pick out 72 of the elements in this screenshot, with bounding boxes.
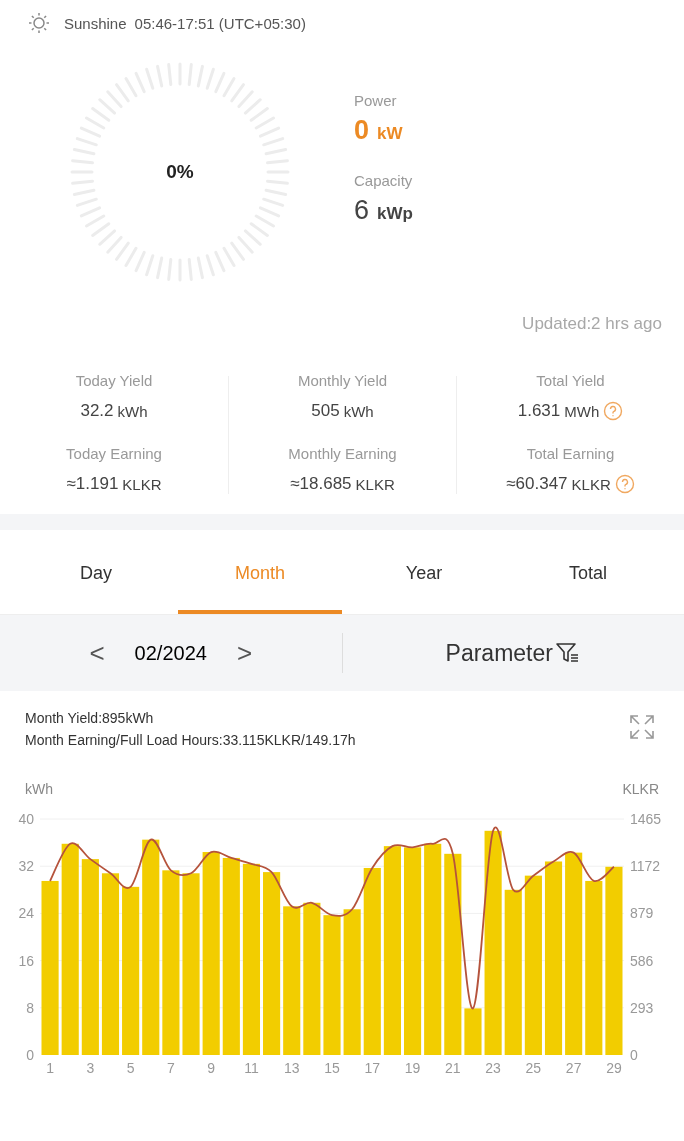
power-value: 0 [354,115,370,145]
axis-tick: 9 [207,1060,216,1076]
expand-icon[interactable] [628,713,656,741]
stat-value: 1.631 [517,401,561,421]
axis-tick: 3 [86,1060,95,1076]
stat-unit: kWh [343,402,374,420]
axis-tick: 21 [445,1060,461,1076]
stat-label: Monthly Earning [288,445,397,462]
filter-icon[interactable] [554,641,581,665]
stat-unit: KLKR [571,475,611,493]
axis-tick: 15 [324,1060,340,1076]
axis-tick: 1 [46,1060,54,1076]
axis-tick: 25 [525,1060,542,1076]
axis-tick: 7 [167,1060,175,1076]
yield-bar [464,1008,482,1055]
capacity-label: Capacity [354,172,413,189]
stat-unit: kWh [117,402,148,420]
previous-button[interactable]: < [89,637,105,669]
axis-tick: 24 [18,905,34,922]
stat-label: Total Yield [536,372,605,389]
axis-tick: 586 [630,952,654,969]
sunshine-label: Sunshine [64,14,127,32]
stat-unit: KLKR [355,475,395,493]
axis-tick: 27 [565,1060,582,1076]
parameter-button[interactable]: Parameter [445,639,553,667]
percent-value: 0% [166,161,194,183]
power-unit: kW [377,124,403,143]
axis-tick: 40 [18,811,34,827]
axis-tick: 29 [606,1060,622,1076]
axis-tick: 1172 [630,858,661,875]
month-value: 02/2024 [134,641,207,665]
period-tab[interactable]: Year [342,530,506,614]
sunshine-hours: 05:46-17:51 (UTC+05:30) [134,14,306,32]
axis-tick: 16 [18,952,34,969]
axis-tick: 32 [18,858,34,875]
stat-value: 505 [311,401,340,421]
axis-tick: 879 [630,905,654,922]
help-icon[interactable] [603,401,624,421]
next-button[interactable]: > [236,637,253,669]
period-tab[interactable]: Total [506,530,670,614]
axis-tick: 293 [630,999,654,1016]
capacity-unit: kWp [377,204,413,223]
summary-text: Month Earning/Full Load Hours:33.115KLKR/149.17h [25,731,356,750]
axis-unit: kWh [25,781,53,797]
axis-tick: 0 [630,1047,638,1063]
stat-label: Today Yield [75,372,153,389]
stat-label: Monthly Yield [297,372,388,389]
axis-tick: 1465 [630,811,662,827]
stat-label: Today Earning [66,445,162,462]
axis-unit: KLKR [622,781,659,797]
axis-tick: 0 [26,1047,34,1063]
stat-value: ≈60.347 [506,474,568,494]
help-icon[interactable] [614,474,635,494]
axis-tick: 8 [26,999,34,1016]
stat-value: 32.2 [80,401,114,421]
axis-tick: 23 [485,1060,501,1076]
period-tab[interactable]: Day [14,530,178,614]
stat-value: ≈18.685 [290,474,352,494]
stat-unit: MWh [564,402,600,420]
axis-tick: 11 [244,1060,259,1076]
stat-label: Total Earning [526,445,615,462]
stat-value: ≈1.191 [66,474,119,494]
summary-text: Month Yield:895kWh [25,709,154,728]
axis-tick: 19 [404,1060,421,1076]
power-label: Power [354,92,398,109]
stat-unit: KLKR [122,475,162,493]
updated-time: Updated:2 hrs ago [522,314,662,334]
axis-tick: 13 [283,1060,300,1076]
axis-tick: 17 [364,1060,381,1076]
sun-icon [28,12,50,34]
capacity-value: 6 [354,195,370,225]
axis-tick: 5 [126,1060,135,1076]
